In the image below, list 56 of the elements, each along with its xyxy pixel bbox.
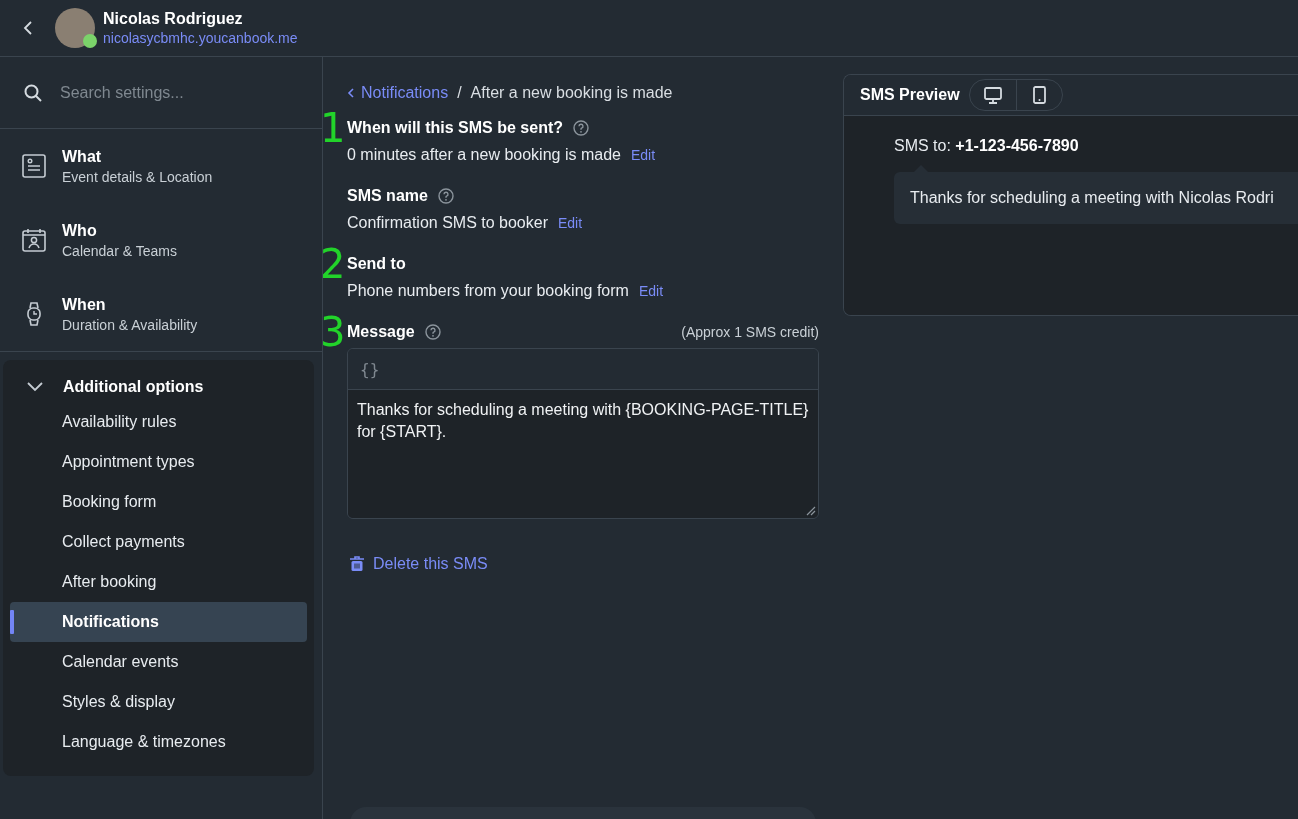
sidebar-item[interactable]: Booking form <box>10 482 307 522</box>
watch-icon <box>25 302 43 326</box>
annotation-number: 1 <box>323 108 346 148</box>
edit-link[interactable]: Edit <box>558 215 583 231</box>
search-icon <box>24 83 42 102</box>
calendar-person-icon <box>22 228 46 252</box>
trash-icon <box>349 556 365 572</box>
sidebar-item[interactable]: Language & timezones <box>10 722 307 762</box>
help-icon <box>424 324 441 340</box>
search-field[interactable]: Search settings... <box>60 79 290 106</box>
sms-recipient: SMS to: +1-123-456-7890 <box>894 137 1080 155</box>
chevron-left-icon <box>22 19 34 37</box>
section-title[interactable]: When <box>62 295 198 314</box>
sidebar-item[interactable]: After booking <box>10 562 307 602</box>
section-title[interactable]: Who <box>62 221 177 240</box>
field-label: SMS name <box>347 187 428 205</box>
field-label: Message <box>347 323 415 341</box>
sidebar-item[interactable]: Appointment types <box>10 442 307 482</box>
mobile-phone-icon <box>1032 86 1046 104</box>
section-title[interactable]: What <box>62 147 213 166</box>
edit-link[interactable]: Edit <box>630 147 656 163</box>
field-label: Send to <box>347 255 406 273</box>
field-value: Confirmation SMS to booker <box>347 214 548 232</box>
details-card-icon <box>22 154 46 178</box>
breadcrumb-back-link[interactable]: Notifications <box>347 84 449 102</box>
field-value: 0 minutes after a new booking is made <box>347 146 621 164</box>
sidebar-item[interactable]: Notifications <box>10 602 307 642</box>
preview-title: SMS Preview <box>860 86 960 104</box>
help-icon <box>437 188 454 204</box>
options-group-toggle[interactable]: Additional options <box>10 374 307 400</box>
annotation-number: 3 <box>323 312 346 352</box>
help-icon <box>573 120 589 136</box>
annotation-number: 2 <box>323 244 346 284</box>
insert-variable-button[interactable]: {} <box>358 359 382 379</box>
chevron-left-icon <box>347 88 355 98</box>
sms-message-bubble: Thanks for scheduling a meeting with Nicolas Rodri <box>894 172 1298 224</box>
section-subtitle: Duration & Availability <box>62 316 198 333</box>
section-subtitle: Event details & Location <box>62 168 213 185</box>
field-label: When will this SMS be sent? <box>347 119 563 137</box>
field-value: Phone numbers from your booking form <box>347 282 629 300</box>
booking-page-link[interactable]: nicolasycbmhc.youcanbook.me <box>103 30 298 46</box>
message-field[interactable]: Thanks for scheduling a meeting with {BOOKING-PAGE-TITLE} for {START}. <box>348 390 818 518</box>
desktop-icon <box>983 86 1002 104</box>
sidebar-item[interactable]: Calendar events <box>10 642 307 682</box>
avatar-photo-placeholder <box>55 8 95 48</box>
resize-grip-icon <box>806 506 816 516</box>
delete-sms-link[interactable]: Delete this SMS <box>349 555 488 573</box>
breadcrumb-separator: / <box>457 84 462 102</box>
sms-credit-note: (Approx 1 SMS credit) <box>681 324 819 340</box>
sidebar-item[interactable]: Collect payments <box>10 522 307 562</box>
breadcrumb-current: After a new booking is made <box>470 84 673 102</box>
user-name: Nicolas Rodriguez <box>103 10 244 28</box>
sidebar-item[interactable]: Availability rules <box>10 402 307 442</box>
section-subtitle: Calendar & Teams <box>62 242 177 259</box>
edit-link[interactable]: Edit <box>638 283 664 299</box>
sidebar-item[interactable]: Styles & display <box>10 682 307 722</box>
